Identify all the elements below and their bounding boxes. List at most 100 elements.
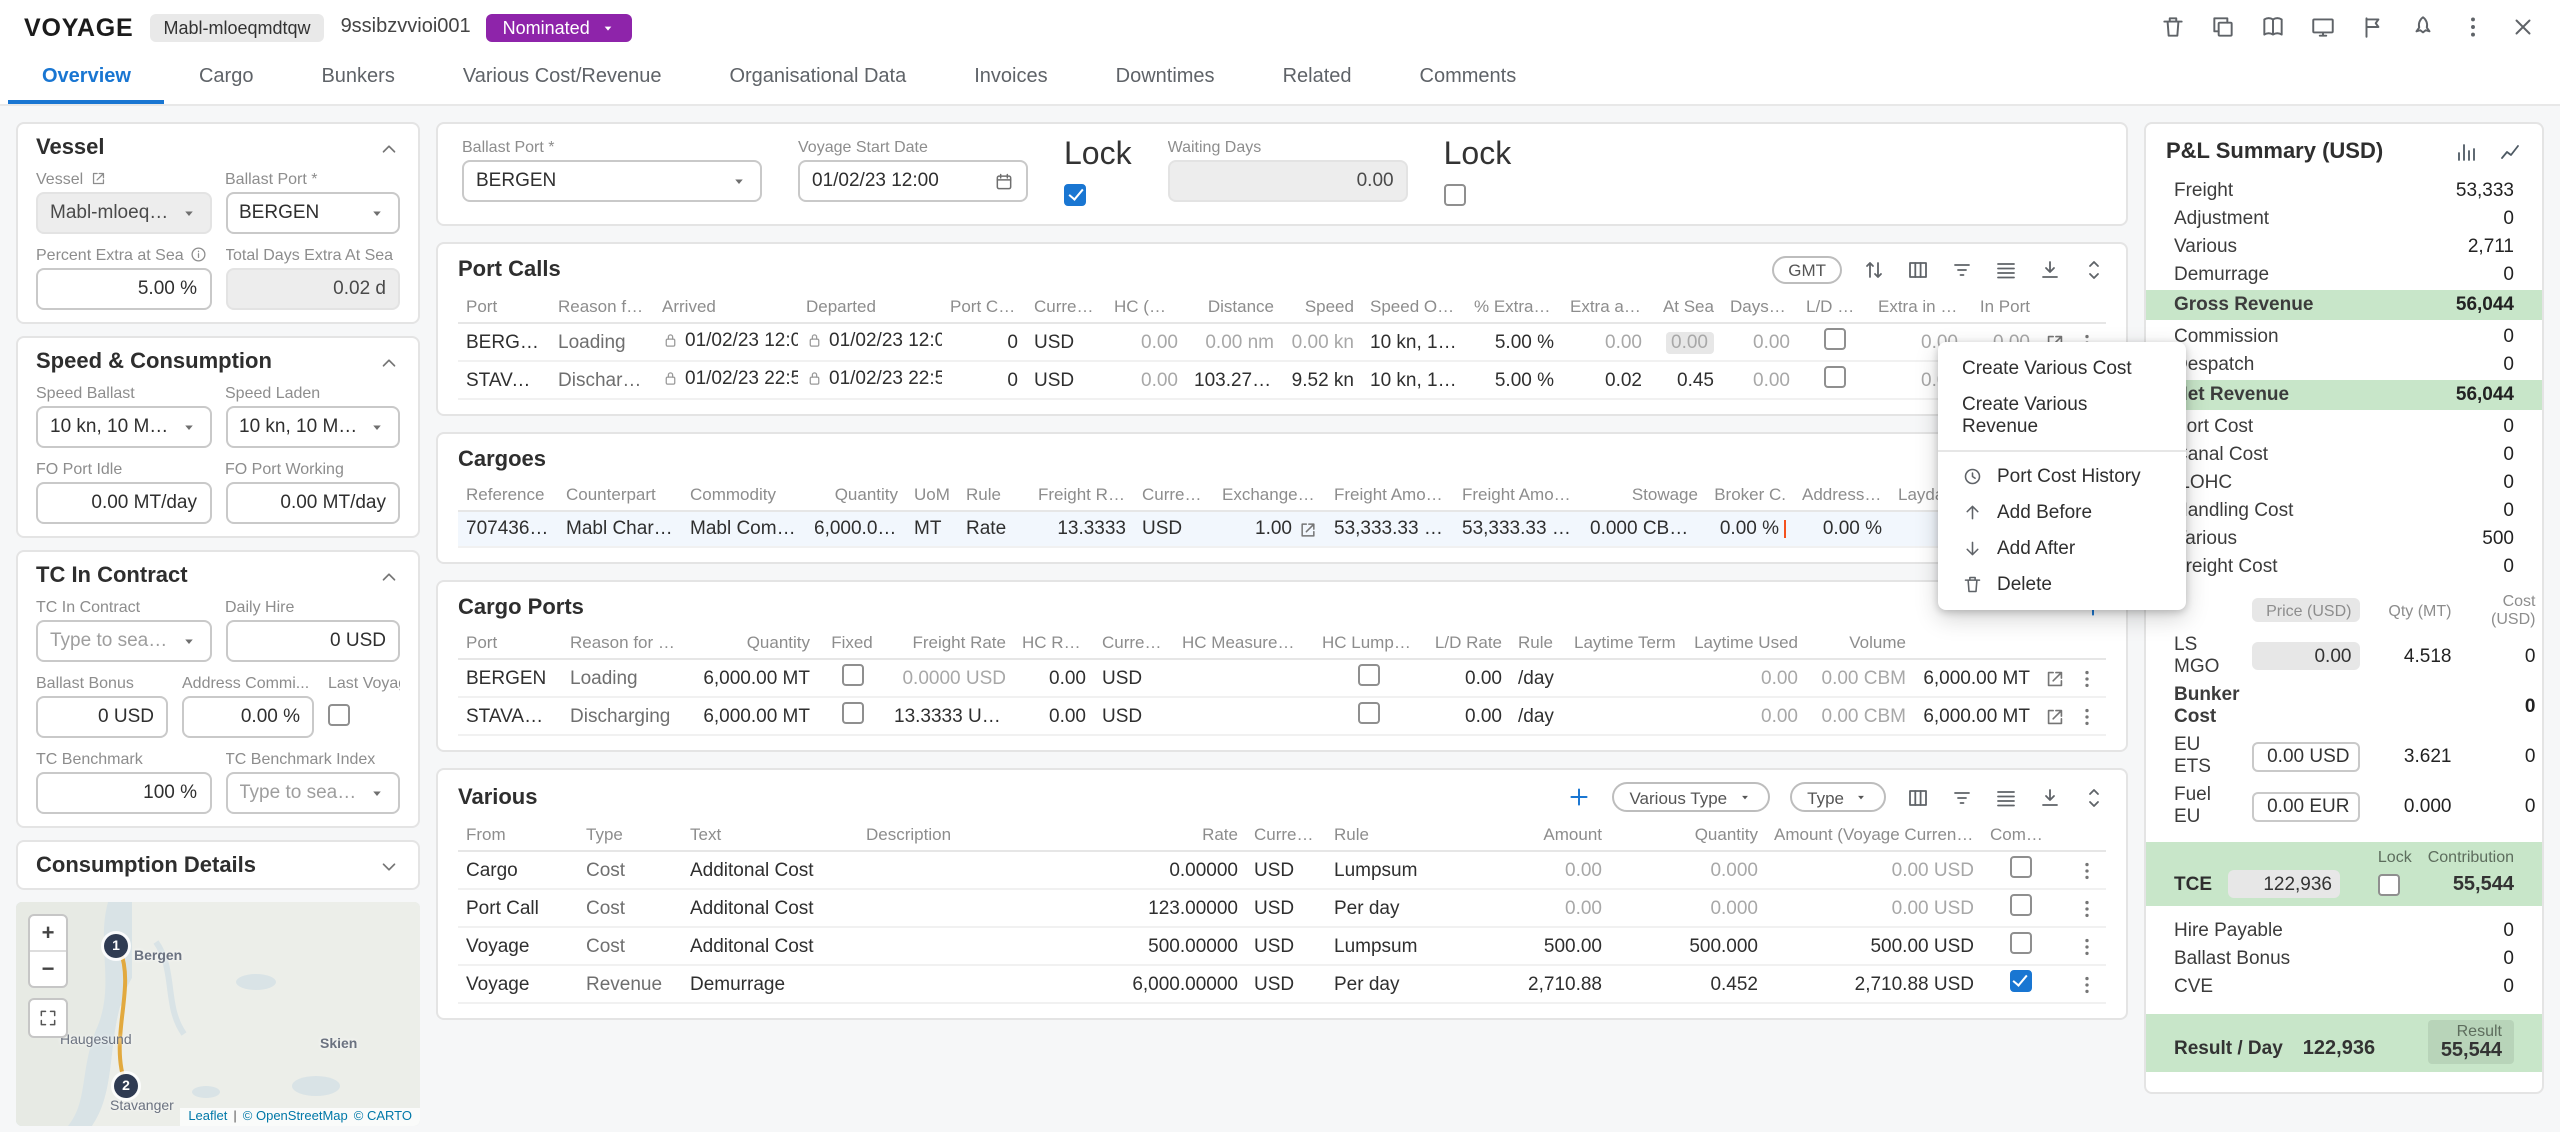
calendar-icon[interactable]	[994, 171, 1014, 191]
cell-text[interactable]: Demurrage	[682, 965, 858, 1003]
speed-laden-select[interactable]: 10 kn, 10 MT/d	[225, 406, 400, 448]
duplicate-icon[interactable]	[2210, 14, 2236, 40]
col-header[interactable]: Distance	[1186, 290, 1282, 323]
cell-text[interactable]: Additonal Cost	[682, 851, 858, 889]
row-menu-icon[interactable]	[2076, 705, 2098, 727]
cell-broker-commission[interactable]: 0.00 %	[1706, 511, 1794, 547]
fo-port-working-input[interactable]: 0.00 MT/day	[225, 482, 400, 524]
col-header[interactable]: Port	[458, 626, 562, 659]
cell-currency[interactable]: USD	[1026, 323, 1106, 361]
col-header[interactable]: Counterpart	[558, 478, 682, 511]
cell-text[interactable]: Additonal Cost	[682, 927, 858, 965]
cell-currency[interactable]: USD	[1246, 889, 1326, 927]
add-various-icon[interactable]	[1565, 784, 1591, 810]
cell-port[interactable]: STAVANGER	[458, 697, 562, 735]
cell-port[interactable]: STAVANGER	[458, 361, 550, 399]
cell-hc-rate[interactable]: 0.00	[1014, 697, 1094, 735]
tab-related[interactable]: Related	[1249, 54, 1386, 104]
vessel-select[interactable]: Mabl-mloeqmdtqw	[36, 192, 211, 234]
waiting-days-lock-checkbox[interactable]	[1444, 184, 1466, 206]
col-header[interactable]: At Sea	[1650, 290, 1722, 323]
cell-quantity[interactable]: 6,000.000	[806, 511, 906, 547]
log-book-icon[interactable]	[2260, 14, 2286, 40]
devices-icon[interactable]	[2310, 14, 2336, 40]
cell-freight-rate[interactable]: 0.0000 USD	[886, 659, 1014, 697]
cell-fixed[interactable]	[818, 659, 886, 697]
cell-laytime-term[interactable]	[1566, 659, 1686, 697]
tc-in-contract-search[interactable]: Type to search...	[36, 620, 211, 662]
tc-benchmark-index-search[interactable]: Type to search...	[225, 772, 400, 814]
cell-commodity[interactable]: Mabl Commo...	[682, 511, 806, 547]
osm-link[interactable]: © OpenStreetMap	[243, 1110, 348, 1124]
cell-pct-extra[interactable]: 5.00 %	[1466, 361, 1562, 399]
commission-checkbox[interactable]	[2009, 856, 2031, 878]
cell-freight-rate[interactable]: 13.3333	[1030, 511, 1134, 547]
cell-departed[interactable]: 01/02/23 12:00	[798, 323, 942, 361]
cell-rate[interactable]: 0.00000	[1118, 851, 1246, 889]
cell-commission[interactable]	[1982, 851, 2058, 889]
col-header[interactable]: From	[458, 818, 578, 851]
cell-counterpart[interactable]: Mabl Charter...	[558, 511, 682, 547]
various-type-filter[interactable]: Various Type	[1611, 782, 1769, 812]
collapse-icon[interactable]	[378, 565, 400, 587]
cell-departed[interactable]: 01/02/23 22:50	[798, 361, 942, 399]
cell-port-cost[interactable]: 0	[942, 323, 1026, 361]
cell-type[interactable]: Cost	[578, 889, 682, 927]
cell-currency[interactable]: USD	[1094, 697, 1174, 735]
cell-volume[interactable]: 0.00 CBM	[1806, 659, 1914, 697]
tab-cargo[interactable]: Cargo	[165, 54, 288, 104]
cell-distance[interactable]: 103.27 nm	[1186, 361, 1282, 399]
vessel-chip[interactable]: Mabl-mloeqmdtqw	[150, 13, 325, 41]
col-header[interactable]: Extra at Sea	[1562, 290, 1650, 323]
cell-extra-at-sea[interactable]: 0.02	[1562, 361, 1650, 399]
menu-item-port-cost-history[interactable]: Port Cost History	[1938, 458, 2186, 494]
cell-amount-voyage[interactable]: 500.00 USD	[1766, 927, 1982, 965]
cell-description[interactable]	[858, 965, 1118, 1003]
col-header[interactable]: Type	[578, 818, 682, 851]
bar-chart-icon[interactable]	[2454, 140, 2478, 164]
col-header[interactable]: Laytime Term	[1566, 626, 1686, 659]
cell-laytime-term[interactable]	[1566, 697, 1686, 735]
col-header[interactable]: Arrived	[654, 290, 798, 323]
row-menu-icon[interactable]	[2076, 859, 2098, 881]
col-header[interactable]: Port	[458, 290, 550, 323]
ls-mgo-price-input[interactable]: 0.00	[2251, 642, 2359, 670]
col-header[interactable]: Amount	[1454, 818, 1610, 851]
cell-speed[interactable]: 0.00 kn	[1282, 323, 1362, 361]
tab-comments[interactable]: Comments	[1386, 54, 1551, 104]
cell-uom[interactable]: MT	[906, 511, 958, 547]
cell-amount[interactable]: 0.00	[1454, 889, 1610, 927]
col-header[interactable]: Freight Rate	[886, 626, 1014, 659]
cell-distance[interactable]: 0.00 nm	[1186, 323, 1282, 361]
col-header[interactable]: Currency	[1094, 626, 1174, 659]
col-header[interactable]: Port Cost	[942, 290, 1026, 323]
row-menu-icon[interactable]	[2076, 667, 2098, 689]
commission-checkbox[interactable]	[2009, 932, 2031, 954]
menu-item-create-various-revenue[interactable]: Create Various Revenue	[1938, 386, 2186, 444]
cell-arrived[interactable]: 01/02/23 12:00	[654, 323, 798, 361]
map-marker-2[interactable]: 2	[114, 1074, 138, 1098]
cell-laytime-used[interactable]: 0.00	[1686, 659, 1806, 697]
voyage-start-date-input[interactable]: 01/02/23 12:00	[798, 160, 1028, 202]
expand-section-icon[interactable]	[2082, 258, 2106, 282]
sort-icon[interactable]	[1862, 258, 1886, 282]
menu-item-add-after[interactable]: Add After	[1938, 530, 2186, 566]
cell-freight-amount[interactable]: 53,333.33 USD	[1326, 511, 1454, 547]
cell-reason[interactable]: Discharging	[562, 697, 694, 735]
cell-at-sea[interactable]: 0.00	[1650, 323, 1722, 361]
col-header[interactable]: Quantity	[694, 626, 818, 659]
cell-rule[interactable]: Per day	[1326, 965, 1454, 1003]
col-header[interactable]: UoM	[906, 478, 958, 511]
menu-item-delete[interactable]: Delete	[1938, 566, 2186, 602]
cell-extra-at-sea[interactable]: 0.00	[1562, 323, 1650, 361]
cell-stowage[interactable]: 0.000 CBM/MT	[1582, 511, 1706, 547]
cell-currency[interactable]: USD	[1134, 511, 1214, 547]
cell-hc-rate[interactable]: 0.00	[1014, 659, 1094, 697]
col-header[interactable]: Extra in Port	[1870, 290, 1966, 323]
col-header[interactable]: Laytime Used	[1686, 626, 1806, 659]
cell-rule[interactable]: /day	[1510, 697, 1566, 735]
col-header[interactable]: Quantity	[1610, 818, 1766, 851]
cell-ld-fixed[interactable]	[1798, 323, 1870, 361]
cell-hc[interactable]: 0.00	[1106, 361, 1186, 399]
col-header[interactable]: Freight Amoun...	[1454, 478, 1582, 511]
